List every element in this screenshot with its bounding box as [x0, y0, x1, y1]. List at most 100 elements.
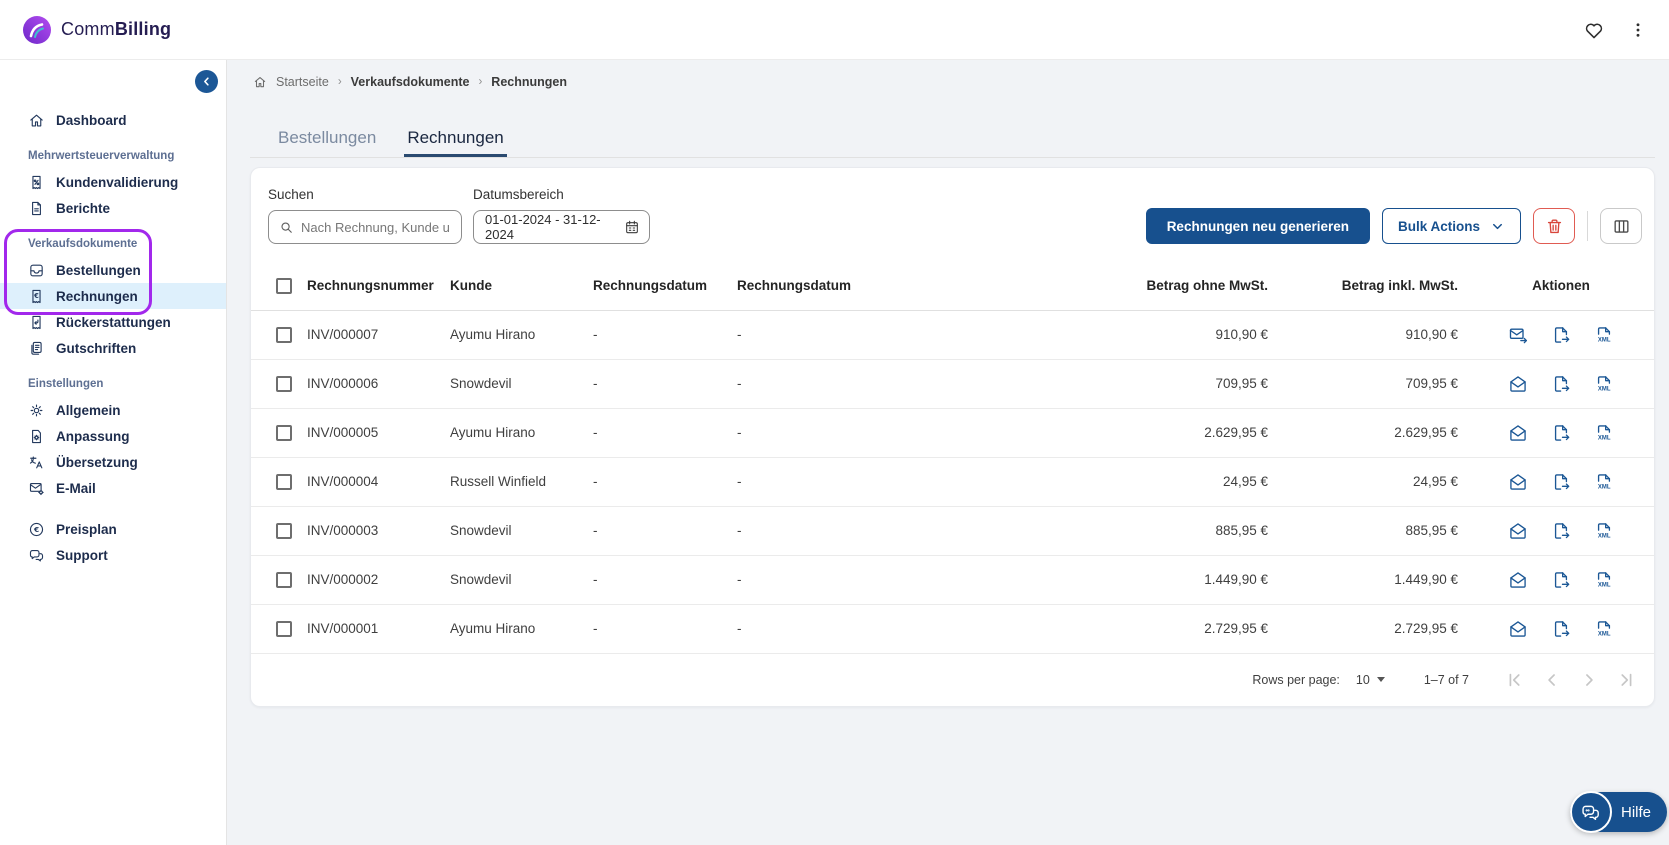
email-invoice-button[interactable]: [1508, 325, 1528, 345]
export-invoice-button[interactable]: [1551, 521, 1571, 541]
export-invoice-button[interactable]: [1551, 570, 1571, 590]
tab-rechnungen[interactable]: Rechnungen: [404, 128, 507, 157]
gear-icon: [28, 402, 45, 419]
select-all-checkbox[interactable]: [276, 277, 292, 294]
columns-icon: [1612, 217, 1631, 236]
email-invoice-button[interactable]: [1508, 570, 1528, 590]
app-logo[interactable]: CommBilling: [22, 15, 171, 45]
top-bar: CommBilling: [0, 0, 1669, 60]
kebab-menu-icon[interactable]: [1629, 21, 1647, 39]
net-amount-cell: 709,95 €: [877, 359, 1278, 409]
mail-open-icon: [1508, 570, 1528, 590]
row-checkbox[interactable]: [276, 620, 292, 637]
xml-invoice-button[interactable]: XML: [1594, 423, 1614, 443]
calendar-icon: [624, 219, 640, 235]
xml-invoice-button[interactable]: XML: [1594, 325, 1614, 345]
mail-open-icon: [1508, 423, 1528, 443]
email-invoice-button[interactable]: [1508, 521, 1528, 541]
delete-button[interactable]: [1533, 208, 1575, 244]
first-page-icon[interactable]: [1505, 670, 1525, 690]
row-checkbox[interactable]: [276, 473, 292, 490]
favorite-heart-icon[interactable]: [1583, 19, 1605, 41]
sidebar-item-e-mail[interactable]: E-Mail: [0, 475, 226, 501]
email-invoice-button[interactable]: [1508, 472, 1528, 492]
xml-invoice-button[interactable]: XML: [1594, 619, 1614, 639]
xml-invoice-button[interactable]: XML: [1594, 521, 1614, 541]
tab-bestellungen[interactable]: Bestellungen: [275, 128, 379, 157]
row-checkbox[interactable]: [276, 375, 292, 392]
invoice-number-cell: INV/000002: [297, 555, 440, 605]
gross-amount-cell: 885,95 €: [1278, 506, 1468, 556]
rows-per-page-select[interactable]: 10: [1356, 673, 1385, 687]
receipt-percent-icon: [28, 174, 45, 191]
regenerate-invoices-button[interactable]: Rechnungen neu generieren: [1145, 208, 1370, 244]
table-row: INV/000001 Ayumu Hirano - -2.729,95 €2.729,…: [251, 604, 1654, 654]
export-invoice-button[interactable]: [1551, 423, 1571, 443]
last-page-icon[interactable]: [1616, 670, 1636, 690]
svg-text:XML: XML: [1598, 582, 1611, 588]
sidebar-item-berichte[interactable]: Berichte: [0, 195, 226, 221]
export-invoice-button[interactable]: [1551, 472, 1571, 492]
sidebar-item-ubersetzung[interactable]: Übersetzung: [0, 449, 226, 475]
row-checkbox[interactable]: [276, 571, 292, 588]
sidebar-item-label: Bestellungen: [56, 262, 141, 278]
rows-per-page-label: Rows per page:: [1252, 672, 1340, 687]
invoice-date-cell-2: -: [727, 310, 877, 360]
column-header-betrag-inkl-mwst: Betrag inkl. MwSt.: [1278, 262, 1468, 311]
app-root: CommBilling Dashboard Mehrwertsteuerverwa…: [0, 0, 1669, 845]
row-checkbox[interactable]: [276, 326, 292, 343]
net-amount-cell: 2.629,95 €: [877, 408, 1278, 458]
breadcrumb-verkaufsdokumente[interactable]: Verkaufsdokumente: [351, 75, 470, 89]
sidebar-item-label: Support: [56, 547, 108, 563]
sidebar-section: Rückerstattungen Gutschriften: [0, 309, 226, 361]
xml-invoice-button[interactable]: XML: [1594, 374, 1614, 394]
sidebar-item-preisplan[interactable]: € Preisplan: [0, 516, 226, 542]
search-label: Suchen: [268, 187, 314, 202]
collapse-sidebar-button[interactable]: [195, 70, 218, 93]
inbox-icon: [28, 262, 45, 279]
file-export-icon: [1551, 570, 1571, 590]
sidebar-item-dashboard[interactable]: Dashboard: [0, 107, 226, 133]
breadcrumb-startseite[interactable]: Startseite: [276, 75, 329, 89]
export-invoice-button[interactable]: [1551, 374, 1571, 394]
export-invoice-button[interactable]: [1551, 325, 1571, 345]
file-xml-icon: XML: [1594, 619, 1614, 639]
sidebar-item-allgemein[interactable]: Allgemein: [0, 397, 226, 423]
export-invoice-button[interactable]: [1551, 619, 1571, 639]
gross-amount-cell: 2.629,95 €: [1278, 408, 1468, 458]
help-button[interactable]: Hilfe: [1569, 791, 1667, 833]
svg-text:XML: XML: [1598, 484, 1611, 490]
email-invoice-button[interactable]: [1508, 374, 1528, 394]
table-toolbar: Rechnungen neu generieren Bulk Actions: [1145, 208, 1642, 244]
search-input[interactable]: [301, 219, 451, 235]
sidebar-item-bestellungen[interactable]: Bestellungen: [0, 257, 226, 283]
svg-text:€: €: [33, 525, 39, 534]
next-page-icon[interactable]: [1579, 670, 1599, 690]
sidebar-item-gutschriften[interactable]: Gutschriften: [0, 335, 226, 361]
sidebar-item-anpassung[interactable]: Anpassung: [0, 423, 226, 449]
invoice-date-cell: -: [583, 359, 727, 409]
prev-page-icon[interactable]: [1542, 670, 1562, 690]
help-label: Hilfe: [1620, 803, 1651, 821]
bulk-actions-button[interactable]: Bulk Actions: [1381, 208, 1521, 244]
net-amount-cell: 1.449,90 €: [877, 555, 1278, 605]
table-row: INV/000002 Snowdevil - -1.449,90 €1.449,90 …: [251, 555, 1654, 605]
row-checkbox[interactable]: [276, 424, 292, 441]
svg-text:XML: XML: [1598, 435, 1611, 441]
sidebar-item-ruckerstattungen[interactable]: Rückerstattungen: [0, 309, 226, 335]
customer-cell: Russell Winfield: [440, 457, 583, 507]
sidebar-item-rechnungen[interactable]: € Rechnungen: [0, 283, 226, 309]
sidebar-item-kundenvalidierung[interactable]: Kundenvalidierung: [0, 169, 226, 195]
email-invoice-button[interactable]: [1508, 619, 1528, 639]
xml-invoice-button[interactable]: XML: [1594, 472, 1614, 492]
sidebar-item-support[interactable]: Support: [0, 542, 226, 568]
email-invoice-button[interactable]: [1508, 423, 1528, 443]
column-settings-button[interactable]: [1600, 208, 1642, 244]
xml-invoice-button[interactable]: XML: [1594, 570, 1614, 590]
home-icon: [253, 75, 267, 89]
customer-cell: Ayumu Hirano: [440, 604, 583, 654]
row-checkbox[interactable]: [276, 522, 292, 539]
invoice-number-cell: INV/000003: [297, 506, 440, 556]
breadcrumb-separator: ›: [478, 75, 483, 88]
date-range-input[interactable]: 01-01-2024 - 31-12-2024: [473, 210, 650, 244]
